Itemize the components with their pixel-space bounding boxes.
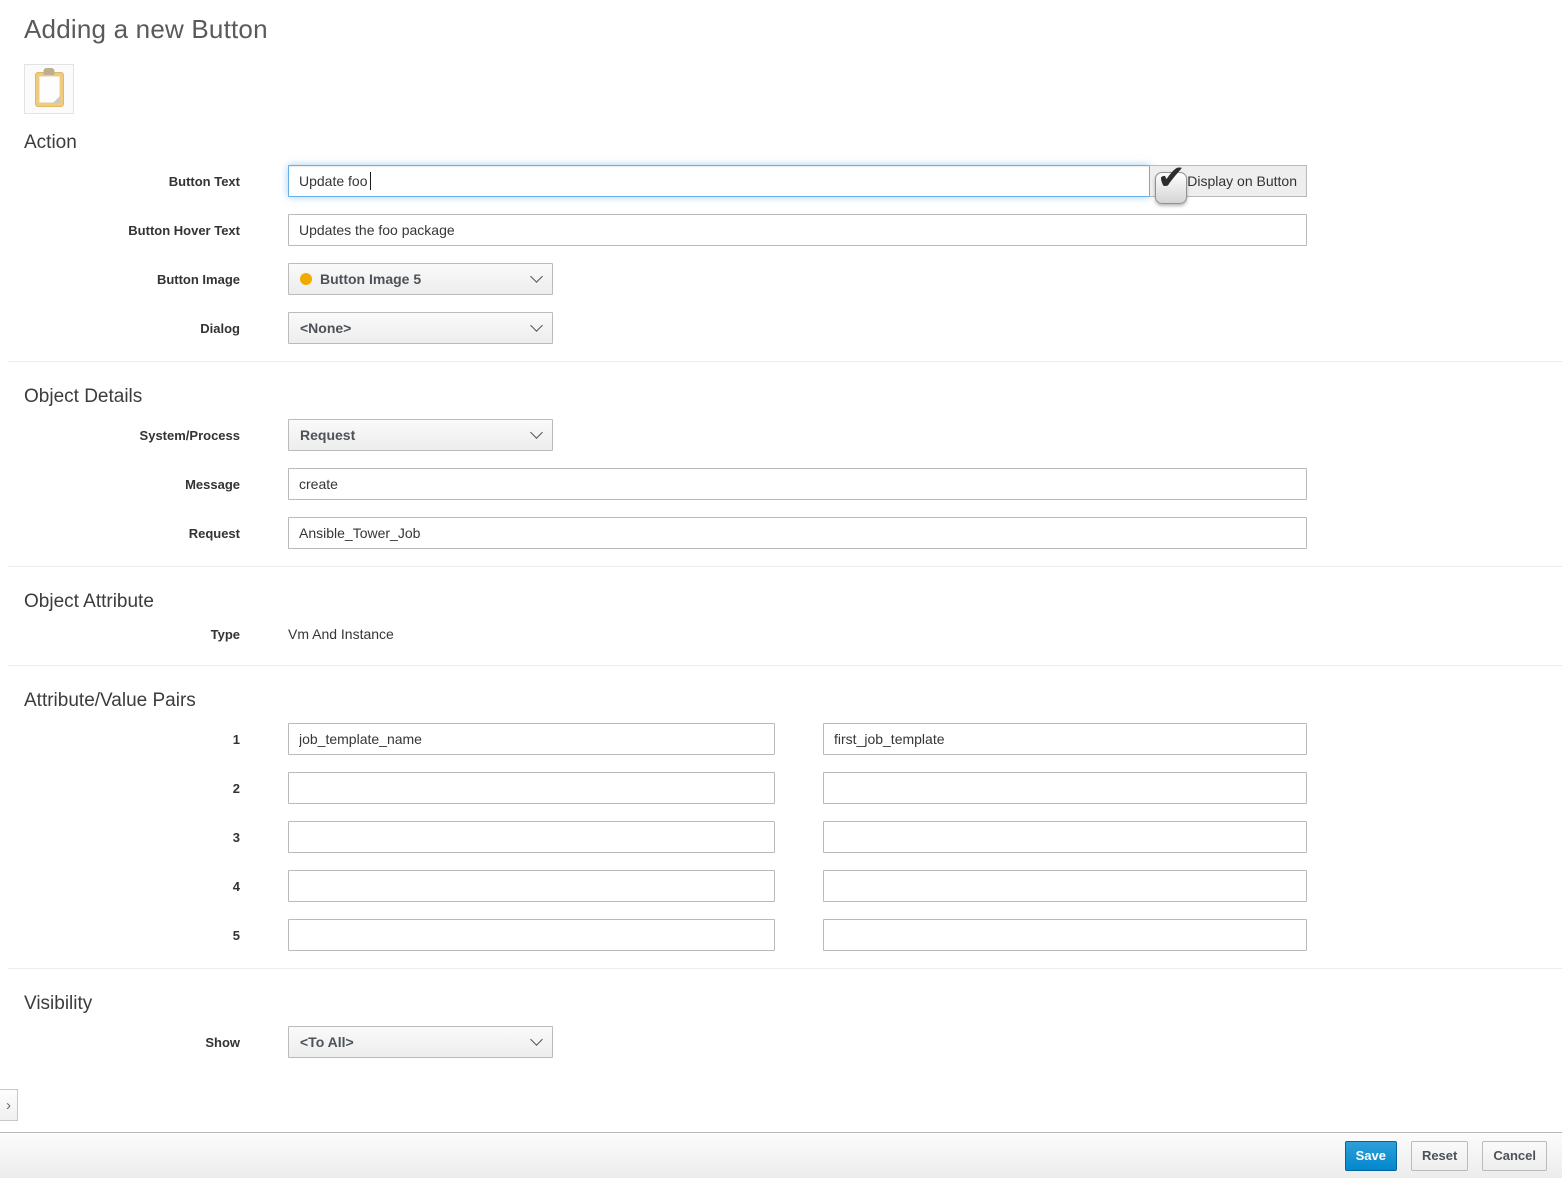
request-row: Request bbox=[24, 517, 1562, 549]
button-text-label: Button Text bbox=[24, 174, 240, 189]
section-divider bbox=[8, 566, 1562, 567]
section-divider bbox=[8, 361, 1562, 362]
button-image-value: Button Image 5 bbox=[320, 271, 421, 287]
checkbox-check-icon: ✔ bbox=[1157, 161, 1186, 195]
dialog-label: Dialog bbox=[24, 321, 240, 336]
object-attribute-section: Type Vm And Instance bbox=[24, 624, 1562, 644]
attribute-value-row: 5 bbox=[24, 919, 1562, 951]
value-3-input[interactable] bbox=[823, 821, 1307, 853]
show-row: Show <To All> bbox=[24, 1026, 1562, 1058]
display-on-button-addon: ✔ Display on Button bbox=[1150, 165, 1307, 197]
explorer-panel-toggle[interactable]: › bbox=[0, 1089, 18, 1121]
value-2-input[interactable] bbox=[823, 772, 1307, 804]
section-title-attribute-value-pairs: Attribute/Value Pairs bbox=[24, 690, 1562, 712]
button-image-dot-icon bbox=[300, 273, 312, 285]
message-input[interactable] bbox=[288, 468, 1307, 500]
save-button[interactable]: Save bbox=[1345, 1141, 1397, 1171]
attribute-value-row: 1 bbox=[24, 723, 1562, 755]
type-row: Type Vm And Instance bbox=[24, 624, 1562, 644]
attribute-2-input[interactable] bbox=[288, 772, 775, 804]
value-4-input[interactable] bbox=[823, 870, 1307, 902]
cancel-button[interactable]: Cancel bbox=[1482, 1141, 1547, 1171]
pair-index: 5 bbox=[24, 928, 240, 943]
form-buttons-bar: Save Reset Cancel bbox=[0, 1132, 1562, 1178]
pair-index: 4 bbox=[24, 879, 240, 894]
pair-index: 2 bbox=[24, 781, 240, 796]
pair-index: 3 bbox=[24, 830, 240, 845]
attribute-3-input[interactable] bbox=[288, 821, 775, 853]
value-5-input[interactable] bbox=[823, 919, 1307, 951]
clipboard-icon bbox=[35, 72, 64, 107]
request-input[interactable] bbox=[288, 517, 1307, 549]
chevron-down-icon bbox=[530, 319, 543, 332]
button-image-label: Button Image bbox=[24, 272, 240, 287]
show-dropdown[interactable]: <To All> bbox=[288, 1026, 553, 1058]
dialog-value: <None> bbox=[300, 320, 532, 336]
request-label: Request bbox=[24, 526, 240, 541]
system-process-value: Request bbox=[300, 427, 532, 443]
button-image-row: Button Image Button Image 5 bbox=[24, 263, 1562, 295]
system-process-dropdown[interactable]: Request bbox=[288, 419, 553, 451]
attribute-value-row: 2 bbox=[24, 772, 1562, 804]
attribute-5-input[interactable] bbox=[288, 919, 775, 951]
button-screen-icon bbox=[24, 64, 74, 114]
section-title-object-attribute: Object Attribute bbox=[24, 591, 1562, 613]
system-process-label: System/Process bbox=[24, 428, 240, 443]
attribute-4-input[interactable] bbox=[288, 870, 775, 902]
chevron-down-icon bbox=[530, 270, 543, 283]
text-caret bbox=[370, 172, 371, 190]
chevron-right-icon: › bbox=[6, 1097, 11, 1114]
display-on-button-label: Display on Button bbox=[1187, 173, 1297, 189]
object-details-section: System/Process Request Message Request bbox=[24, 419, 1562, 549]
system-process-row: System/Process Request bbox=[24, 419, 1562, 451]
section-divider bbox=[8, 665, 1562, 666]
clipboard-paper bbox=[39, 76, 60, 103]
button-text-input[interactable] bbox=[288, 165, 1150, 197]
button-text-row: Button Text ✔ Display on Button bbox=[24, 165, 1562, 197]
dialog-dropdown[interactable]: <None> bbox=[288, 312, 553, 344]
attribute-value-row: 4 bbox=[24, 870, 1562, 902]
button-hover-text-input[interactable] bbox=[288, 214, 1307, 246]
chevron-down-icon bbox=[530, 426, 543, 439]
reset-button[interactable]: Reset bbox=[1411, 1141, 1468, 1171]
display-on-button-checkbox[interactable]: ✔ bbox=[1155, 172, 1187, 204]
attribute-1-input[interactable] bbox=[288, 723, 775, 755]
button-hover-text-row: Button Hover Text bbox=[24, 214, 1562, 246]
pair-index: 1 bbox=[24, 732, 240, 747]
show-value: <To All> bbox=[300, 1034, 532, 1050]
clipboard-clip bbox=[44, 68, 55, 75]
dialog-row: Dialog <None> bbox=[24, 312, 1562, 344]
attribute-value-pairs-section: 1 2 3 4 5 bbox=[24, 723, 1562, 951]
attribute-value-row: 3 bbox=[24, 821, 1562, 853]
chevron-down-icon bbox=[530, 1033, 543, 1046]
action-section: Button Text ✔ Display on Button Button H… bbox=[24, 165, 1562, 344]
button-image-dropdown[interactable]: Button Image 5 bbox=[288, 263, 553, 295]
type-label: Type bbox=[24, 627, 240, 642]
button-text-input-group: ✔ Display on Button bbox=[288, 165, 1307, 197]
message-label: Message bbox=[24, 477, 240, 492]
section-title-object-details: Object Details bbox=[24, 386, 1562, 408]
button-hover-text-label: Button Hover Text bbox=[24, 223, 240, 238]
visibility-section: Show <To All> bbox=[24, 1026, 1562, 1058]
section-divider bbox=[8, 968, 1562, 969]
message-row: Message bbox=[24, 468, 1562, 500]
main-content: Adding a new Button Action Button Text ✔… bbox=[0, 0, 1562, 1178]
section-title-visibility: Visibility bbox=[24, 993, 1562, 1015]
value-1-input[interactable] bbox=[823, 723, 1307, 755]
page-title: Adding a new Button bbox=[24, 12, 1562, 46]
show-label: Show bbox=[24, 1035, 240, 1050]
section-title-action: Action bbox=[24, 132, 1562, 154]
type-value: Vm And Instance bbox=[288, 626, 394, 642]
